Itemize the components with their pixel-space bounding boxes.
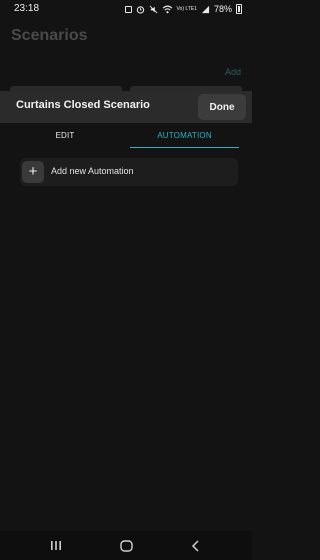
done-button[interactable]: Done — [198, 94, 246, 120]
home-icon — [119, 539, 133, 552]
home-button[interactable] — [114, 531, 138, 560]
status-time: 23:18 — [14, 3, 40, 14]
tab-bar: EDIT AUTOMATION — [10, 123, 239, 148]
mute-icon — [149, 5, 157, 13]
add-automation-button[interactable]: + Add new Automation — [20, 158, 238, 186]
alarm-icon — [136, 5, 144, 14]
add-automation-label: Add new Automation — [51, 166, 134, 176]
background-page-title: Scenarios — [11, 27, 88, 44]
recents-button[interactable] — [44, 531, 68, 560]
tab-automation[interactable]: AUTOMATION — [130, 123, 239, 148]
status-icons: Vo) LTE1 78% — [124, 3, 242, 15]
status-bar: 23:18 Vo) LTE1 78% — [0, 0, 252, 20]
battery-percent: 78% — [213, 4, 232, 14]
sheet-header: Curtains Closed Scenario Done — [0, 91, 252, 123]
tab-edit[interactable]: EDIT — [10, 123, 120, 147]
recents-icon — [51, 541, 61, 550]
notification-square-icon — [124, 5, 132, 13]
network-label: Vo) LTE1 — [176, 5, 197, 12]
battery-icon — [236, 4, 242, 14]
back-button[interactable] — [184, 531, 208, 560]
background-add-link: Add — [224, 67, 241, 77]
back-icon — [191, 539, 199, 552]
scenario-title: Curtains Closed Scenario — [16, 99, 150, 111]
wifi-icon — [162, 5, 172, 13]
navigation-bar — [0, 531, 252, 560]
signal-icon — [201, 5, 210, 13]
plus-icon: + — [22, 161, 44, 183]
